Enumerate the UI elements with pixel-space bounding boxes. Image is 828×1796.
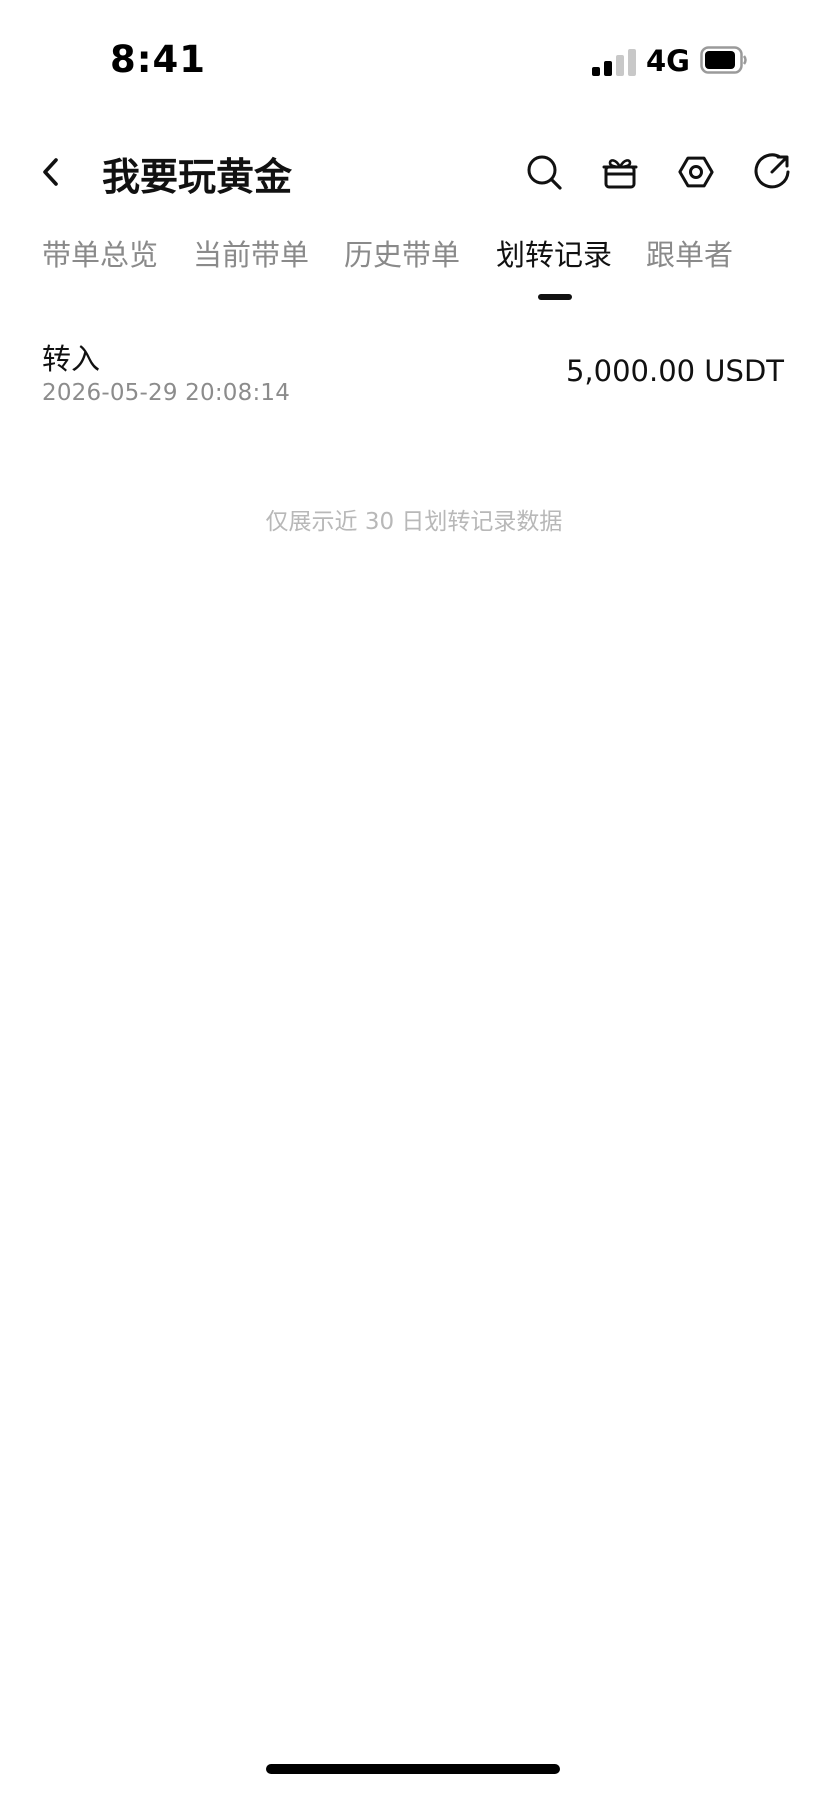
page-title: 我要玩黄金 (102, 155, 293, 199)
signal-bars-icon (592, 48, 638, 76)
share-refresh-icon[interactable] (750, 150, 794, 194)
chevron-left-icon[interactable] (36, 152, 66, 192)
app-header: 我要玩黄金 (0, 130, 828, 214)
tab-overview[interactable]: 带单总览 (42, 232, 158, 292)
settings-hexagon-icon[interactable] (674, 150, 718, 194)
tab-followers[interactable]: 跟单者 (646, 232, 733, 292)
list-item[interactable]: 转入 2026-05-29 20:08:14 5,000.00 USDT (0, 330, 828, 416)
status-bar: 8:41 4G (0, 0, 828, 110)
tab-transfer-records[interactable]: 划转记录 (496, 232, 612, 292)
tab-bar: 带单总览 当前带单 历史带单 划转记录 跟单者 (0, 232, 828, 304)
tab-history-orders[interactable]: 历史带单 (344, 232, 460, 292)
battery-icon (700, 46, 748, 74)
record-amount: 5,000.00 USDT (565, 354, 784, 388)
tab-current-orders[interactable]: 当前带单 (193, 232, 309, 292)
record-timestamp: 2026-05-29 20:08:14 (42, 380, 291, 406)
records-range-note: 仅展示近 30 日划转记录数据 (265, 509, 563, 535)
record-type: 转入 (42, 342, 101, 376)
search-icon[interactable] (522, 150, 566, 194)
active-tab-indicator (538, 294, 572, 300)
home-indicator[interactable] (266, 1764, 560, 1774)
network-type: 4G (646, 44, 690, 78)
gift-icon[interactable] (598, 150, 642, 194)
status-time: 8:41 (110, 38, 207, 81)
